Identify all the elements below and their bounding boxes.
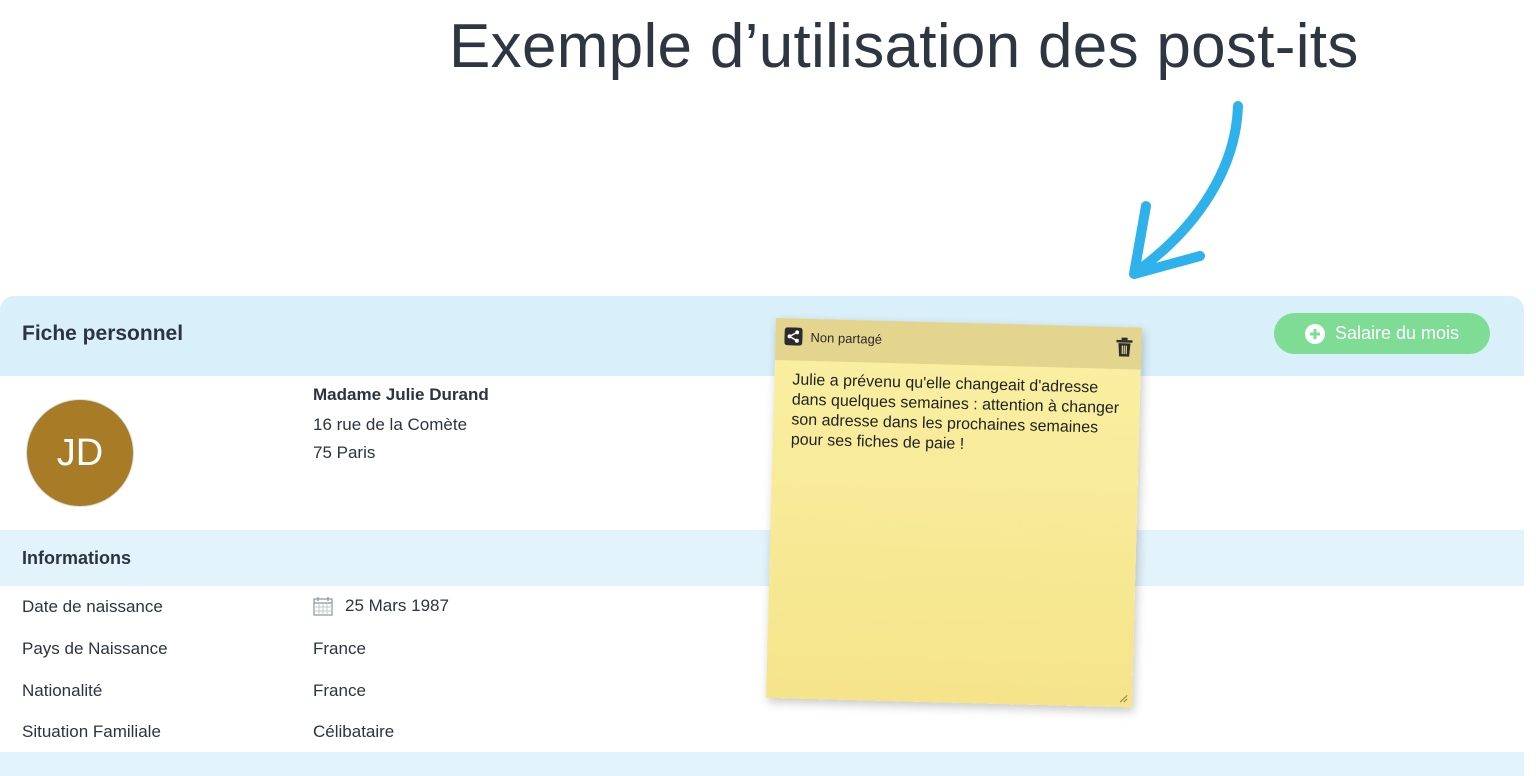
post-it-header: Non partagé [775,318,1142,370]
salary-button-label: Salaire du mois [1335,323,1459,344]
info-label-birthdate: Date de naissance [22,597,163,617]
informations-section-header: Informations [0,530,1524,586]
post-it-text[interactable]: Julie a prévenu qu'elle changeait d'adre… [791,370,1123,459]
resize-handle-icon[interactable] [1118,693,1128,703]
curved-arrow-icon [1110,96,1260,286]
share-icon[interactable] [784,327,802,345]
info-value-birthdate: 25 Mars 1987 [313,596,449,616]
section-title: Informations [22,548,131,569]
person-name: Madame Julie Durand [313,385,489,405]
headline: Exemple d’utilisation des post-its [449,4,1439,90]
personnel-card: Fiche personnel Salaire du mois JD Madam… [0,296,1524,776]
address-line-2: 75 Paris [313,443,375,463]
avatar-initials: JD [57,432,103,475]
plus-circle-icon [1305,324,1325,344]
card-title: Fiche personnel [22,322,183,346]
address-line-1: 16 rue de la Comète [313,415,467,435]
avatar: JD [27,400,133,506]
info-value-family-status: Célibataire [313,722,394,742]
calendar-icon [313,596,333,616]
next-section-bar [0,752,1524,776]
info-label-birth-country: Pays de Naissance [22,639,168,659]
trash-icon[interactable] [1115,337,1134,357]
salary-button[interactable]: Salaire du mois [1274,313,1490,354]
post-it-note[interactable]: Non partagé Julie a prévenu qu'elle chan… [766,318,1142,707]
birthdate-value: 25 Mars 1987 [345,596,449,616]
card-header: Fiche personnel Salaire du mois [0,296,1524,376]
info-value-nationality: France [313,681,366,701]
post-it-share-status: Non partagé [810,330,882,347]
info-value-birth-country: France [313,639,366,659]
info-label-family-status: Situation Familiale [22,722,161,742]
info-label-nationality: Nationalité [22,681,102,701]
